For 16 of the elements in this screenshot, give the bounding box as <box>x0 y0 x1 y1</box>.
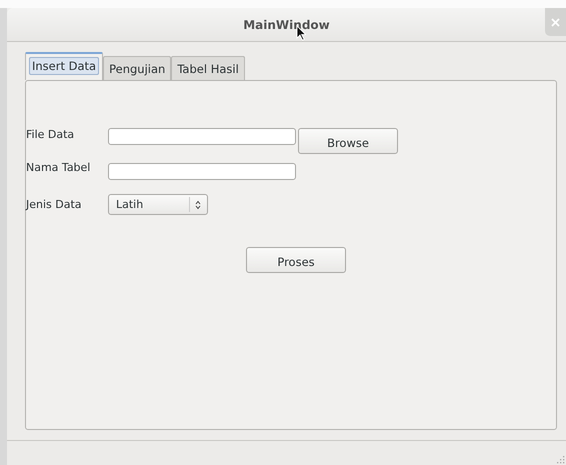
file-data-field[interactable] <box>108 128 296 145</box>
tab[interactable]: Pengujian <box>103 56 172 80</box>
data-type-dropdown[interactable]: Latih <box>108 194 208 215</box>
up-down-arrows-icon <box>195 200 201 210</box>
field-label: File Data <box>26 128 76 141</box>
process-button[interactable]: Proses <box>246 247 346 273</box>
tab[interactable]: Tabel Hasil <box>171 56 245 80</box>
field-label: Jenis Data <box>26 198 83 211</box>
table-name-field[interactable] <box>108 163 296 180</box>
resize-grip-icon <box>557 456 565 464</box>
window-title: MainWindow <box>243 18 330 32</box>
field-label: Nama Tabel <box>26 161 92 174</box>
tab[interactable]: Insert Data <box>25 52 104 80</box>
browse-button[interactable]: Browse <box>298 128 398 154</box>
close-icon <box>551 18 560 26</box>
close-button[interactable] <box>545 8 566 36</box>
